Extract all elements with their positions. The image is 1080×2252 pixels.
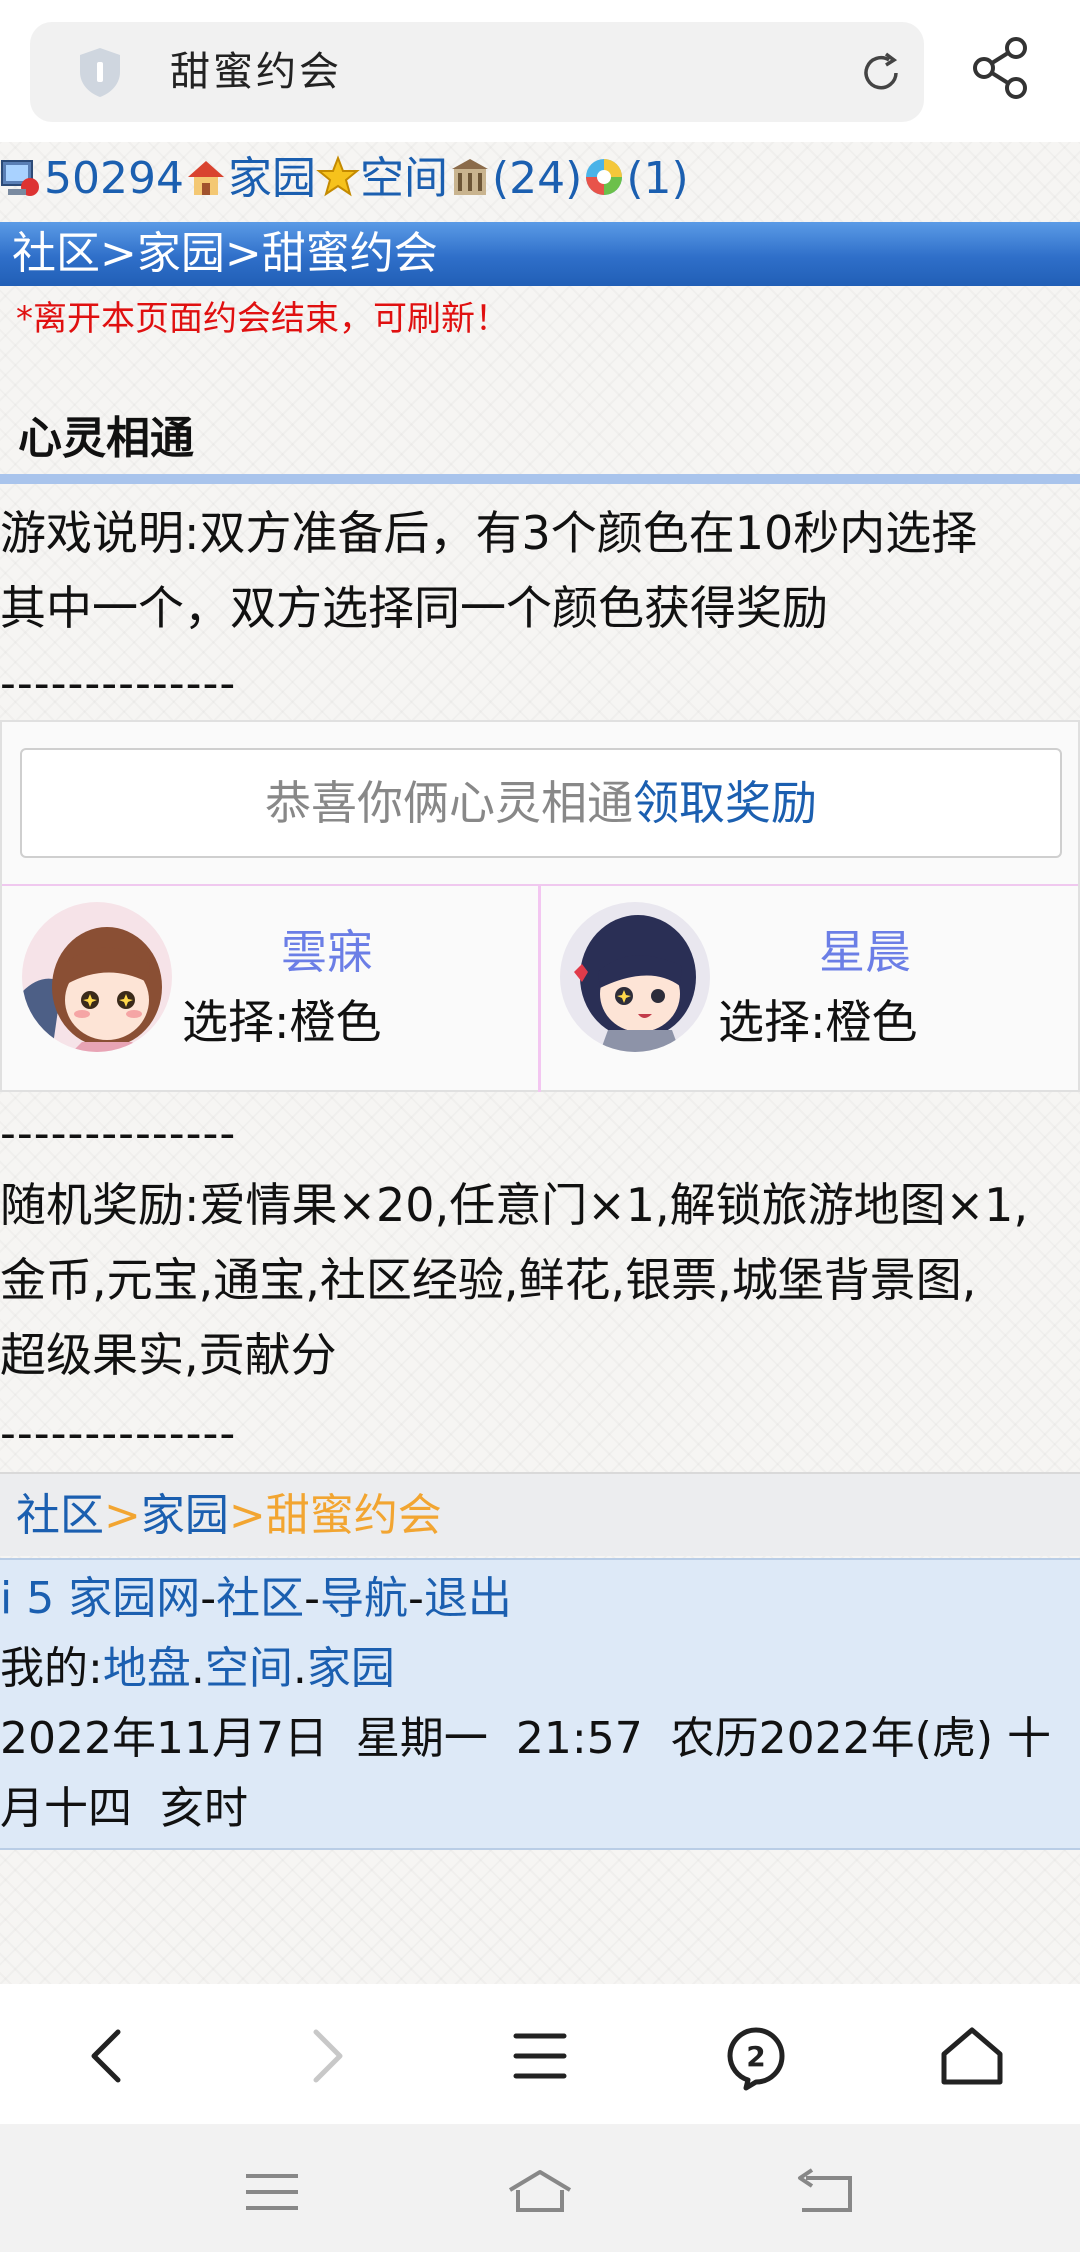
rewards-line-3: 超级果实,贡献分	[0, 1328, 337, 1382]
player-card: 雲寐 选择:橙色	[2, 886, 541, 1092]
player-card: 星晨 选择:橙色	[540, 886, 1076, 1092]
game-description-line-2: 其中一个，双方选择同一个颜色获得奖励	[0, 581, 828, 635]
player-name[interactable]: 雲寐	[202, 916, 452, 982]
computer-icon	[1, 160, 39, 196]
player-choice: 选择:橙色	[182, 995, 382, 1049]
datetime-line-1: 2022年11月7日 星期一 21:57 农历2022年(虎) 十	[0, 1713, 1051, 1764]
player-name[interactable]: 星晨	[740, 916, 990, 982]
breadcrumb-home-link[interactable]: 家园	[141, 1490, 229, 1541]
home-link[interactable]: 家园	[228, 153, 316, 204]
player-avatar[interactable]	[560, 902, 710, 1052]
breadcrumb-community-link[interactable]: 社区	[16, 1490, 104, 1541]
divider-dashes: --------------	[0, 1108, 237, 1159]
divider-dashes: --------------	[0, 1408, 237, 1459]
reward-box: 恭喜你俩心灵相通领取奖励	[20, 748, 1062, 858]
tabs-count: 2	[746, 2040, 765, 2073]
mine-label: 我的:	[0, 1643, 103, 1694]
user-status-row: 50294 家园 空间 (24) (1)	[0, 148, 1080, 210]
home-icon	[187, 161, 224, 195]
share-icon[interactable]	[970, 36, 1032, 100]
footer-nav-line: i 5 家园网-社区-导航-退出	[0, 1564, 512, 1634]
warning-text: *离开本页面约会结束，可刷新！	[16, 299, 509, 339]
separator: -	[304, 1573, 320, 1624]
breadcrumb-separator: >	[104, 1490, 141, 1541]
home-link-footer[interactable]: 家园	[307, 1643, 395, 1694]
site-home-link[interactable]: i 5 家园网	[0, 1573, 200, 1624]
home-nav-icon[interactable]	[936, 2020, 1008, 2092]
result-panel: 恭喜你俩心灵相通领取奖励 雲寐 选择:橙色 星晨 选择:橙色	[0, 720, 1080, 1092]
rewards-line-1: 随机奖励:爱情果×20,任意门×1,解锁旅游地图×1,	[0, 1178, 1029, 1232]
address-bar[interactable]: 甜蜜约会	[30, 22, 924, 122]
logout-link[interactable]: 退出	[424, 1573, 512, 1624]
section-divider	[0, 474, 1080, 484]
game-description-line-1: 游戏说明:双方准备后，有3个颜色在10秒内选择	[0, 506, 978, 560]
reload-icon[interactable]	[856, 48, 906, 98]
sys-menu-icon[interactable]	[240, 2168, 304, 2216]
browser-bottom-nav: 2	[0, 1984, 1080, 2124]
page-title: 甜蜜约会	[170, 49, 342, 95]
footer-info: i 5 家园网-社区-导航-退出 我的:地盘.空间.家园 2022年11月7日 …	[0, 1558, 1080, 1850]
building-icon	[451, 159, 488, 195]
separator: -	[200, 1573, 217, 1624]
shield-icon[interactable]	[72, 44, 128, 100]
colorwheel-icon	[586, 159, 623, 195]
player-choice: 选择:橙色	[718, 995, 918, 1049]
browser-top-bar: 甜蜜约会	[0, 0, 1080, 142]
sys-back-icon[interactable]	[792, 2168, 856, 2216]
breadcrumb-current: 甜蜜约会	[265, 1490, 442, 1541]
building-count-link[interactable]: (24)	[492, 153, 582, 204]
space-link[interactable]: 空间	[360, 153, 448, 204]
separator: -	[407, 1573, 424, 1624]
result-message: 恭喜你俩心灵相通	[265, 776, 633, 830]
player-avatar[interactable]	[22, 902, 172, 1052]
sys-home-icon[interactable]	[506, 2168, 574, 2216]
section-title: 心灵相通	[18, 413, 194, 464]
tabs-button[interactable]: 2	[720, 2020, 792, 2092]
players-row: 雲寐 选择:橙色 星晨 选择:橙色	[2, 884, 1078, 1092]
rewards-line-2: 金币,元宝,通宝,社区经验,鲜花,银票,城堡背景图,	[0, 1253, 977, 1307]
claim-reward-link[interactable]: 领取奖励	[633, 776, 817, 830]
system-nav-bar	[0, 2124, 1080, 2252]
forward-icon[interactable]	[290, 2020, 362, 2092]
dot-separator: .	[292, 1643, 307, 1694]
circle-count-link[interactable]: (1)	[626, 153, 688, 204]
user-id-link[interactable]: 50294	[44, 153, 184, 204]
dot-separator: .	[190, 1643, 205, 1694]
top-breadcrumb-bar: 社区>家园>甜蜜约会	[0, 222, 1080, 286]
footer-mine-line: 我的:地盘.空间.家园	[0, 1634, 395, 1704]
breadcrumb-separator: >	[228, 1490, 266, 1541]
divider-dashes: --------------	[0, 658, 237, 709]
community-link[interactable]: 社区	[216, 1573, 304, 1624]
back-icon[interactable]	[72, 2020, 144, 2092]
turf-link[interactable]: 地盘	[103, 1643, 191, 1694]
bottom-breadcrumb: 社区>家园>甜蜜约会	[0, 1472, 1080, 1556]
menu-icon[interactable]	[504, 2020, 576, 2092]
tabs-icon: 2	[727, 2027, 785, 2091]
space-link-footer[interactable]: 空间	[205, 1643, 293, 1694]
navigation-link[interactable]: 导航	[320, 1573, 408, 1624]
star-icon	[316, 155, 360, 197]
datetime-line-2: 月十四 亥时	[0, 1783, 248, 1834]
